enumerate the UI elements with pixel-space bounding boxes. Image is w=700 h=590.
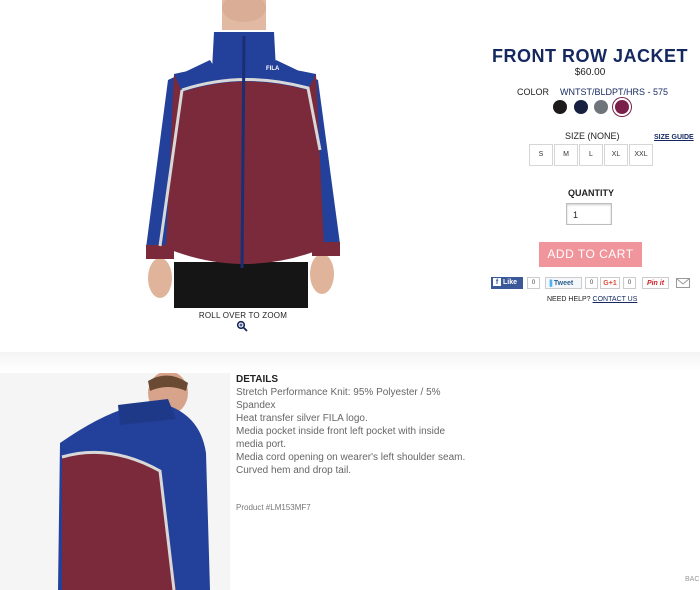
- need-help-label: NEED HELP?: [547, 296, 591, 303]
- section-divider: [0, 352, 700, 372]
- quantity-label: QUANTITY: [568, 188, 614, 198]
- product-number: Product #LM153MF7: [236, 503, 311, 512]
- product-back-image[interactable]: [0, 373, 230, 590]
- detail-item: Media pocket inside front left pocket wi…: [236, 426, 445, 450]
- swatch-maroon-selected[interactable]: [615, 100, 629, 114]
- details-heading: DETAILS: [236, 374, 279, 385]
- details-list: Stretch Performance Knit: 95% Polyester …: [236, 386, 466, 477]
- tweet-button[interactable]: ❚Tweet: [545, 277, 582, 289]
- product-main-image[interactable]: FILA: [138, 0, 348, 308]
- size-guide-link[interactable]: SIZE GUIDE: [654, 134, 694, 141]
- color-label: COLOR: [517, 87, 550, 97]
- detail-item: Heat transfer silver FILA logo.: [236, 413, 368, 424]
- model-pants: [174, 262, 308, 308]
- model-left-hand: [148, 258, 172, 298]
- size-option-s[interactable]: S: [529, 144, 553, 166]
- size-option-l[interactable]: L: [579, 144, 603, 166]
- add-to-cart-button[interactable]: ADD TO CART: [539, 242, 642, 267]
- tweet-count: 0: [585, 277, 598, 289]
- product-price: $60.00: [574, 67, 606, 78]
- email-icon[interactable]: [676, 278, 690, 288]
- swatch-grey[interactable]: [594, 100, 608, 114]
- swatch-navy[interactable]: [574, 100, 588, 114]
- pinterest-button[interactable]: Pin it: [642, 277, 669, 289]
- size-option-xl[interactable]: XL: [604, 144, 628, 166]
- fila-logo: FILA: [266, 66, 280, 72]
- google-plus-button[interactable]: G+1: [600, 277, 620, 289]
- jacket-body: [166, 74, 324, 264]
- need-help-text: NEED HELP? CONTACT US: [547, 296, 637, 303]
- size-label: SIZE (NONE): [565, 131, 620, 141]
- swatch-black[interactable]: [553, 100, 567, 114]
- size-option-m[interactable]: M: [554, 144, 578, 166]
- color-value: WNTST/BLDPT/HRS - 575: [560, 87, 669, 97]
- model-right-hand: [310, 254, 334, 294]
- detail-item: Stretch Performance Knit: 95% Polyester …: [236, 387, 441, 411]
- facebook-like-button[interactable]: f Like: [491, 277, 523, 289]
- roll-over-to-zoom-text: ROLL OVER TO ZOOM: [198, 311, 288, 320]
- magnifier-icon[interactable]: [236, 320, 248, 332]
- product-title: FRONT ROW JACKET: [492, 46, 688, 66]
- contact-us-link[interactable]: CONTACT US: [593, 296, 638, 303]
- tweet-label: Tweet: [553, 280, 574, 287]
- like-count: 0: [527, 277, 540, 289]
- quantity-input[interactable]: 1: [566, 203, 612, 225]
- back-to-top-link[interactable]: BAC: [685, 576, 699, 583]
- detail-item: Media cord opening on wearer's left shou…: [236, 452, 466, 463]
- google-plus-count: 0: [623, 277, 636, 289]
- size-option-xxl[interactable]: XXL: [629, 144, 653, 166]
- jacket-zipper: [240, 35, 246, 269]
- like-label: Like: [503, 279, 518, 286]
- detail-item: Curved hem and drop tail.: [236, 465, 352, 476]
- facebook-icon: f: [493, 278, 501, 287]
